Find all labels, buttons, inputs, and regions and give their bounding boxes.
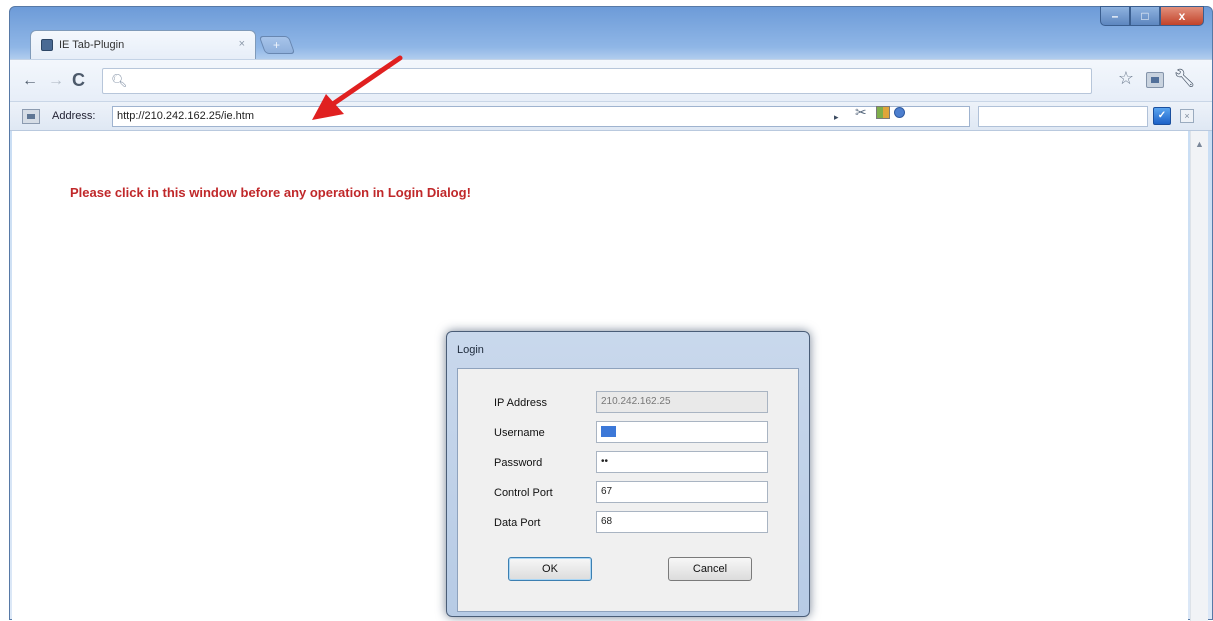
tab-ie-plugin[interactable]: IE Tab-Plugin × (30, 30, 256, 59)
forward-icon[interactable]: → (48, 72, 64, 90)
search-icon: 🔍︎ (111, 73, 128, 88)
star-icon[interactable]: ☆ (1118, 68, 1134, 89)
settings-icon[interactable]: ✓ (1153, 107, 1171, 125)
page-notice: Please click in this window before any o… (70, 185, 471, 200)
data-port-label: Data Port (494, 517, 541, 529)
address-url: http://210.242.162.25/ie.htm (117, 110, 254, 122)
window-controls: – □ x (1100, 6, 1204, 28)
annotation-arrow-icon (312, 55, 403, 120)
tab-strip: IE Tab-Plugin × + – □ x (10, 6, 1212, 59)
control-port-label: Control Port (494, 487, 553, 499)
tab-title: IE Tab-Plugin (59, 39, 125, 51)
tab-favicon-icon (41, 39, 53, 51)
dialog-body: IP Address 210.242.162.25 Username sel P… (457, 368, 799, 612)
reload-icon[interactable]: C (72, 70, 85, 91)
cancel-button[interactable]: Cancel (668, 557, 752, 581)
password-label: Password (494, 457, 543, 469)
scroll-up-icon[interactable]: ▲ (1195, 139, 1204, 149)
close-window-button[interactable]: x (1160, 6, 1204, 26)
omnibox-input[interactable]: 🔍︎ (102, 68, 1092, 94)
data-port-field[interactable]: 68 (596, 511, 768, 533)
minimize-button[interactable]: – (1100, 6, 1130, 26)
extension-icon[interactable] (1146, 72, 1164, 88)
plugin-address-bar: Address: http://210.242.162.25/ie.htm ▸ … (10, 101, 1212, 131)
tools-icon[interactable]: ✂ (855, 104, 867, 121)
back-icon[interactable]: ← (22, 72, 38, 90)
info-icon[interactable] (894, 107, 905, 118)
go-icon[interactable]: ▸ (834, 112, 839, 123)
ok-button[interactable]: OK (508, 557, 592, 581)
dialog-title: Login (457, 344, 484, 356)
address-input[interactable]: http://210.242.162.25/ie.htm (112, 106, 970, 127)
login-dialog: Login IP Address 210.242.162.25 Username… (446, 331, 810, 617)
tab-close-icon[interactable]: × (239, 38, 245, 50)
new-tab-button[interactable]: + (258, 36, 296, 54)
wrench-icon[interactable]: 🔧︎ (1173, 68, 1196, 89)
address-label: Address: (52, 110, 96, 122)
compatibility-icon[interactable] (876, 106, 890, 119)
ip-address-label: IP Address (494, 397, 547, 409)
password-field[interactable]: •• (596, 451, 768, 473)
ie-tab-icon[interactable] (22, 109, 40, 124)
navigation-toolbar: ← → C 🔍︎ ☆ 🔧︎ (10, 59, 1212, 101)
maximize-button[interactable]: □ (1130, 6, 1160, 26)
close-bar-icon[interactable]: × (1180, 109, 1194, 123)
username-selection: sel (601, 426, 616, 437)
plus-icon: + (273, 38, 281, 52)
username-label: Username (494, 427, 545, 439)
control-port-field[interactable]: 67 (596, 481, 768, 503)
ip-address-field: 210.242.162.25 (596, 391, 768, 413)
search-input[interactable] (978, 106, 1148, 127)
username-field[interactable]: sel (596, 421, 768, 443)
vertical-scrollbar[interactable]: ▲ (1190, 131, 1208, 621)
